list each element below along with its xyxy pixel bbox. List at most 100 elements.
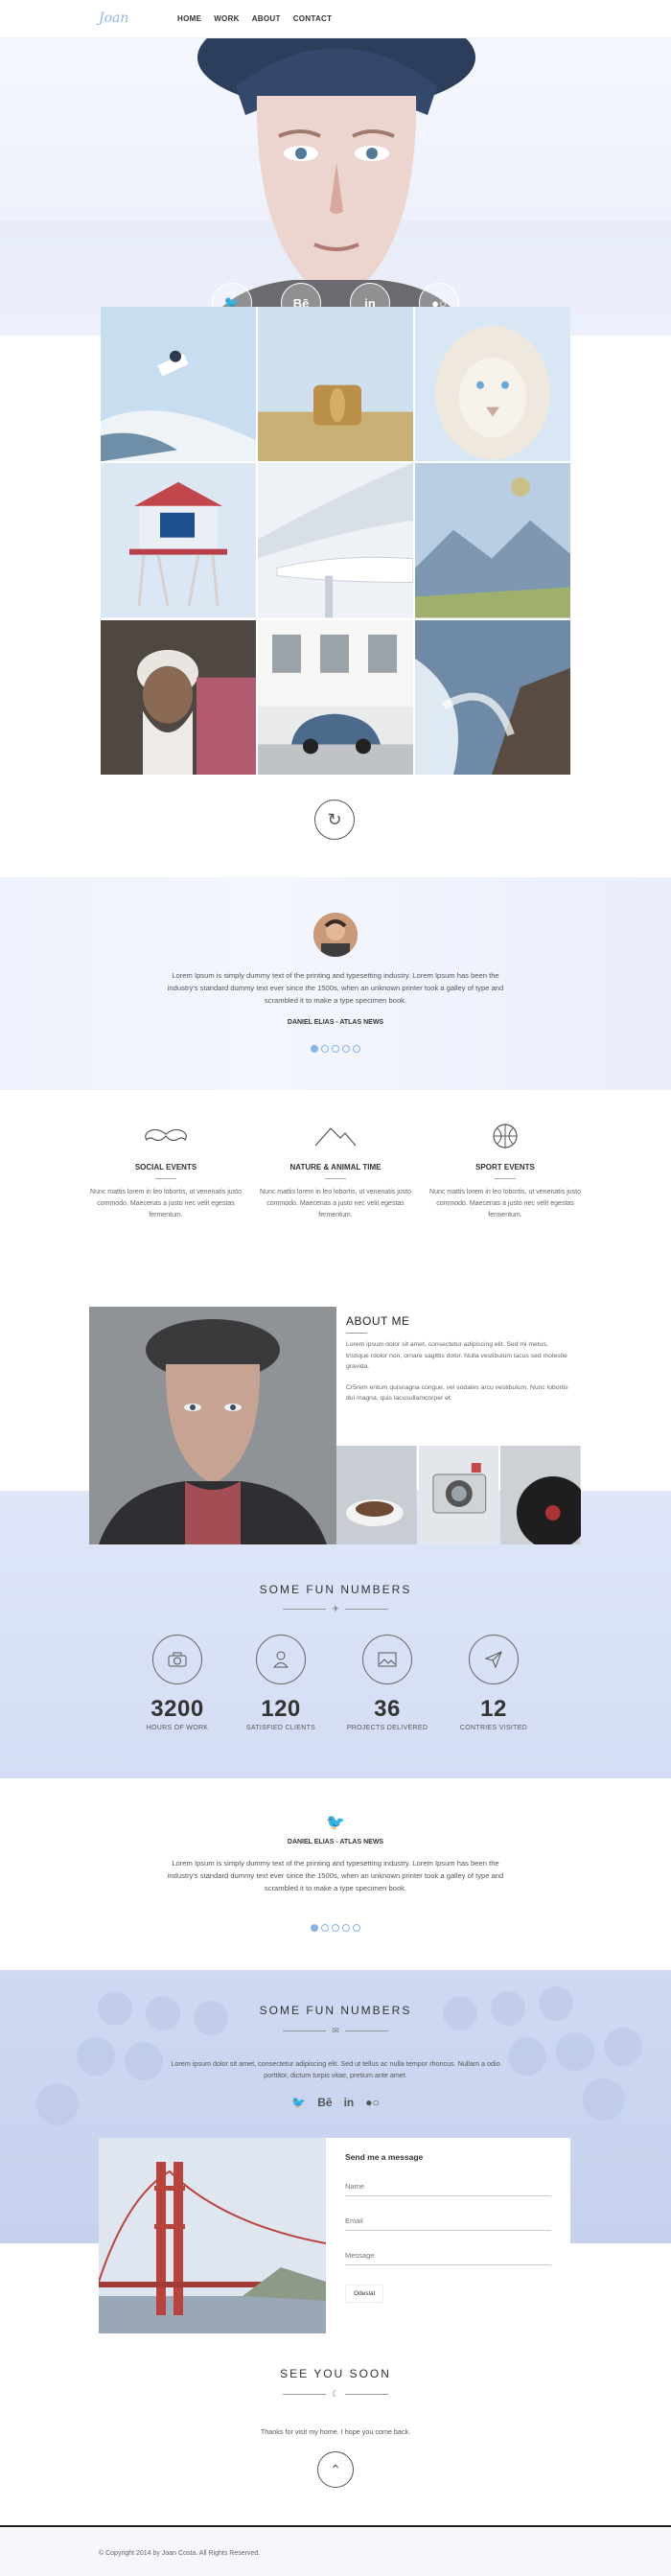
moon-icon: ☾ xyxy=(331,2388,340,2399)
site-logo[interactable]: Joan xyxy=(99,11,128,26)
flickr-icon[interactable]: ●○ xyxy=(365,2096,380,2109)
load-more-button[interactable]: ↻ xyxy=(314,800,355,840)
testimonial-2-quote: Lorem Ipsum is simply dummy text of the … xyxy=(167,1859,504,1892)
pager-dot[interactable] xyxy=(332,1045,339,1053)
portfolio-item-snowboard[interactable] xyxy=(101,307,256,462)
hero-section: 🐦 Bē in ●○ xyxy=(0,38,671,336)
envelope-icon: ✉ xyxy=(332,2025,339,2035)
submit-button[interactable]: Odeslat xyxy=(345,2285,384,2303)
stat-label: PROJECTS DELIVERED xyxy=(346,1725,428,1731)
thumb-camera[interactable] xyxy=(418,1446,499,1544)
behance-icon[interactable]: Bē xyxy=(317,2096,332,2109)
feature-text: Nunc mattis lorem in leo lobortis, ut ve… xyxy=(260,1189,411,1218)
nav-work[interactable]: WORK xyxy=(214,14,240,23)
pager-dot[interactable] xyxy=(353,1924,360,1932)
portfolio-item-white-lion[interactable] xyxy=(415,307,570,462)
thumb-coffee[interactable] xyxy=(336,1446,417,1544)
twitter-icon[interactable]: 🐦 xyxy=(291,2096,306,2109)
name-field[interactable] xyxy=(345,2177,551,2196)
portfolio-item-haybale[interactable] xyxy=(258,307,413,462)
contact-form: Send me a message Odeslat xyxy=(326,2138,570,2333)
stat-countries: 12 CONTRIES VISITED xyxy=(441,1635,546,1731)
stat-label: SATISFIED CLIENTS xyxy=(245,1725,316,1731)
camera-icon xyxy=(152,1635,202,1684)
portfolio-item-beetle-car[interactable] xyxy=(258,619,413,775)
stat-value: 36 xyxy=(374,1696,401,1722)
pager-dot[interactable] xyxy=(342,1924,350,1932)
portfolio-item-architecture[interactable] xyxy=(258,463,413,618)
linkedin-icon[interactable]: in xyxy=(344,2096,355,2109)
feature-text: Nunc mattis lorem in leo lobortis, ut ve… xyxy=(429,1189,581,1218)
divider xyxy=(325,1178,346,1179)
divider xyxy=(346,1333,367,1334)
top-navbar: Joan HOME WORK ABOUT CONTACT xyxy=(0,0,671,38)
about-title: ABOUT ME xyxy=(346,1314,410,1328)
testimonial-author: DANIEL ELIAS - ATLAS NEWS xyxy=(287,1019,384,1026)
email-field[interactable] xyxy=(345,2212,551,2231)
stat-value: 120 xyxy=(261,1696,301,1722)
about-paragraph-1: Lorem ipsum dolor sit amet, consectetur … xyxy=(346,1341,567,1370)
mountain-icon xyxy=(259,1122,412,1150)
contact-title: SOME FUN NUMBERS xyxy=(259,2004,412,2017)
testimonial-quote: Lorem Ipsum is simply dummy text of the … xyxy=(167,971,504,1005)
image-icon xyxy=(362,1635,412,1684)
portfolio-item-ocean-rocks[interactable] xyxy=(415,619,570,775)
pager-dot[interactable] xyxy=(311,1045,318,1053)
testimonial-section: Lorem Ipsum is simply dummy text of the … xyxy=(0,877,671,1090)
about-paragraph-2: Cr5rem entum quisnagna congue, vel sodal… xyxy=(346,1383,568,1403)
testimonial-pager xyxy=(0,1045,671,1053)
stat-value: 12 xyxy=(480,1696,507,1722)
pager-dot[interactable] xyxy=(311,1924,318,1932)
pager-dot[interactable] xyxy=(321,1045,329,1053)
portfolio-item-old-man[interactable] xyxy=(101,619,256,775)
footer: © Copyright 2014 by Joan Costa. All Righ… xyxy=(0,2525,671,2576)
divider xyxy=(155,1178,176,1179)
nav-about[interactable]: ABOUT xyxy=(252,14,281,23)
plane-icon: ✈ xyxy=(332,1603,339,1613)
feature-nature-animal: NATURE & ANIMAL TIME Nunc mattis lorem i… xyxy=(259,1122,412,1221)
pager-dot[interactable] xyxy=(353,1045,360,1053)
main-menu: HOME WORK ABOUT CONTACT xyxy=(177,14,332,23)
about-card: ABOUT ME Lorem ipsum dolor sit amet, con… xyxy=(336,1307,581,1446)
stat-label: CONTRIES VISITED xyxy=(459,1725,528,1731)
copyright-text: © Copyright 2014 by Joan Costa. All Righ… xyxy=(99,2550,261,2557)
stat-hours: 3200 HOURS OF WORK xyxy=(125,1635,230,1731)
stat-clients: 120 SATISFIED CLIENTS xyxy=(228,1635,334,1731)
title-divider: ✈ xyxy=(278,1603,393,1614)
divider xyxy=(495,1178,516,1179)
feature-sport-events: SPORT EVENTS Nunc mattis lorem in leo lo… xyxy=(428,1122,582,1221)
farewell-title: SEE YOU SOON xyxy=(280,2367,391,2380)
pager-dot[interactable] xyxy=(332,1924,339,1932)
testimonial-2-pager xyxy=(0,1924,671,1932)
feature-social-events: SOCIAL EVENTS Nunc mattis lorem in leo l… xyxy=(89,1122,243,1221)
mustache-icon xyxy=(89,1122,243,1150)
form-heading: Send me a message xyxy=(345,2152,424,2162)
nav-contact[interactable]: CONTACT xyxy=(293,14,333,23)
message-field[interactable] xyxy=(345,2246,551,2265)
about-thumbnails xyxy=(336,1446,582,1544)
farewell-text: Thanks for visit my home. I hope you com… xyxy=(260,2427,411,2436)
testimonial-2-author: DANIEL ELIAS - ATLAS NEWS xyxy=(287,1839,384,1845)
feature-title: NATURE & ANIMAL TIME xyxy=(289,1163,382,1172)
feature-title: SOCIAL EVENTS xyxy=(134,1163,197,1172)
paper-plane-icon xyxy=(469,1635,519,1684)
golden-gate-photo xyxy=(99,2138,326,2333)
nav-home[interactable]: HOME xyxy=(177,14,201,23)
feature-title: SPORT EVENTS xyxy=(475,1163,535,1172)
contact-social-links: 🐦 Bē in ●○ xyxy=(0,2096,671,2109)
feature-text: Nunc mattis lorem in leo lobortis, ut ve… xyxy=(90,1189,242,1218)
pager-dot[interactable] xyxy=(342,1045,350,1053)
stat-projects: 36 PROJECTS DELIVERED xyxy=(335,1635,440,1731)
scroll-top-button[interactable]: ⌃ xyxy=(317,2451,354,2488)
about-portrait xyxy=(89,1307,336,1544)
twitter-bird-icon: 🐦 xyxy=(326,1815,345,1831)
ball-icon xyxy=(428,1122,582,1150)
pager-dot[interactable] xyxy=(321,1924,329,1932)
thumb-vinyl[interactable] xyxy=(500,1446,582,1544)
user-icon xyxy=(256,1635,306,1684)
portfolio-grid xyxy=(101,307,570,775)
fun-numbers-title: SOME FUN NUMBERS xyxy=(259,1583,412,1596)
contact-intro: Lorem ipsum dolor sit amet, consectetur … xyxy=(171,2059,500,2079)
portfolio-item-balloon-mountains[interactable] xyxy=(415,463,570,618)
portfolio-item-lifeguard-tower[interactable] xyxy=(101,463,256,618)
